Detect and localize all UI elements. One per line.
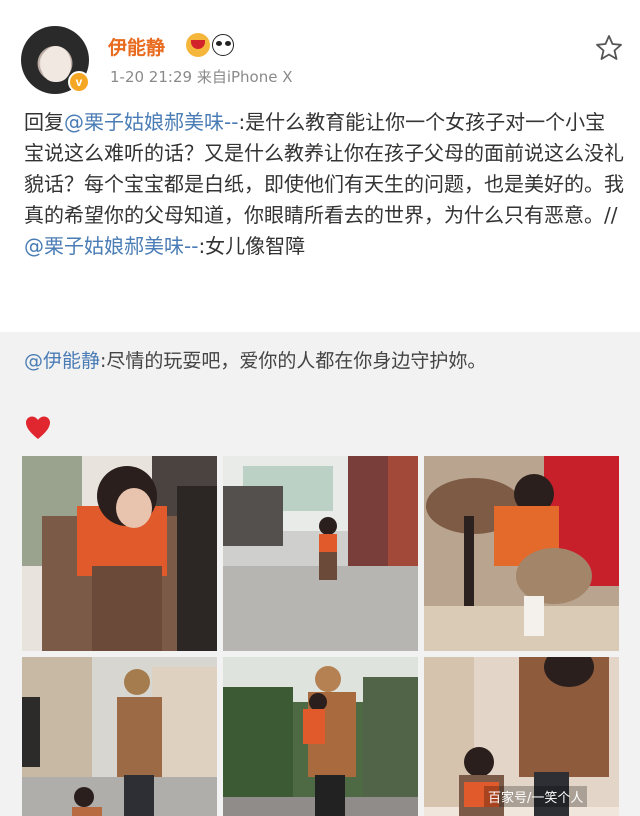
photo-thumbnail[interactable]	[223, 657, 418, 816]
mention-link[interactable]: @栗子姑娘郝美味--	[24, 234, 198, 258]
watermark: 百家号/一笑个人	[484, 786, 588, 807]
photo-thumbnail[interactable]	[424, 456, 619, 651]
weibo-post: v 伊能静 1-20 21:29 来自iPhone X 回复@栗子姑娘郝美味--…	[0, 0, 640, 816]
post-meta: 1-20 21:29 来自iPhone X	[110, 66, 293, 87]
post-source: 来自iPhone X	[196, 68, 293, 86]
reposted-content[interactable]: @伊能静:尽情的玩耍吧，爱你的人都在你身边守护妳。	[0, 332, 640, 816]
panda-icon	[212, 34, 234, 56]
timestamp: 1-20 21:29	[110, 68, 193, 86]
photo-thumbnail[interactable]	[22, 657, 217, 816]
photo-thumbnail[interactable]	[223, 456, 418, 651]
mention-link[interactable]: @栗子姑娘郝美味--	[64, 110, 238, 134]
member-crown-icon	[186, 33, 210, 57]
repost-text: @伊能静:尽情的玩耍吧，爱你的人都在你身边守护妳。	[24, 346, 486, 373]
mention-link[interactable]: @伊能静	[24, 350, 100, 372]
post-body-part: :女儿像智障	[198, 234, 306, 258]
heart-icon	[26, 416, 50, 439]
repost-body: :尽情的玩耍吧，爱你的人都在你身边守护妳。	[100, 350, 487, 372]
post-text: 回复@栗子姑娘郝美味--:是什么教育能让你一个女孩子对一个小宝宝说这么难听的话？…	[24, 107, 624, 262]
photo-thumbnail[interactable]	[22, 456, 217, 651]
reply-prefix: 回复	[24, 110, 64, 134]
verified-badge-icon: v	[68, 71, 90, 93]
favorite-star-icon[interactable]	[594, 33, 624, 63]
username[interactable]: 伊能静	[108, 33, 165, 60]
